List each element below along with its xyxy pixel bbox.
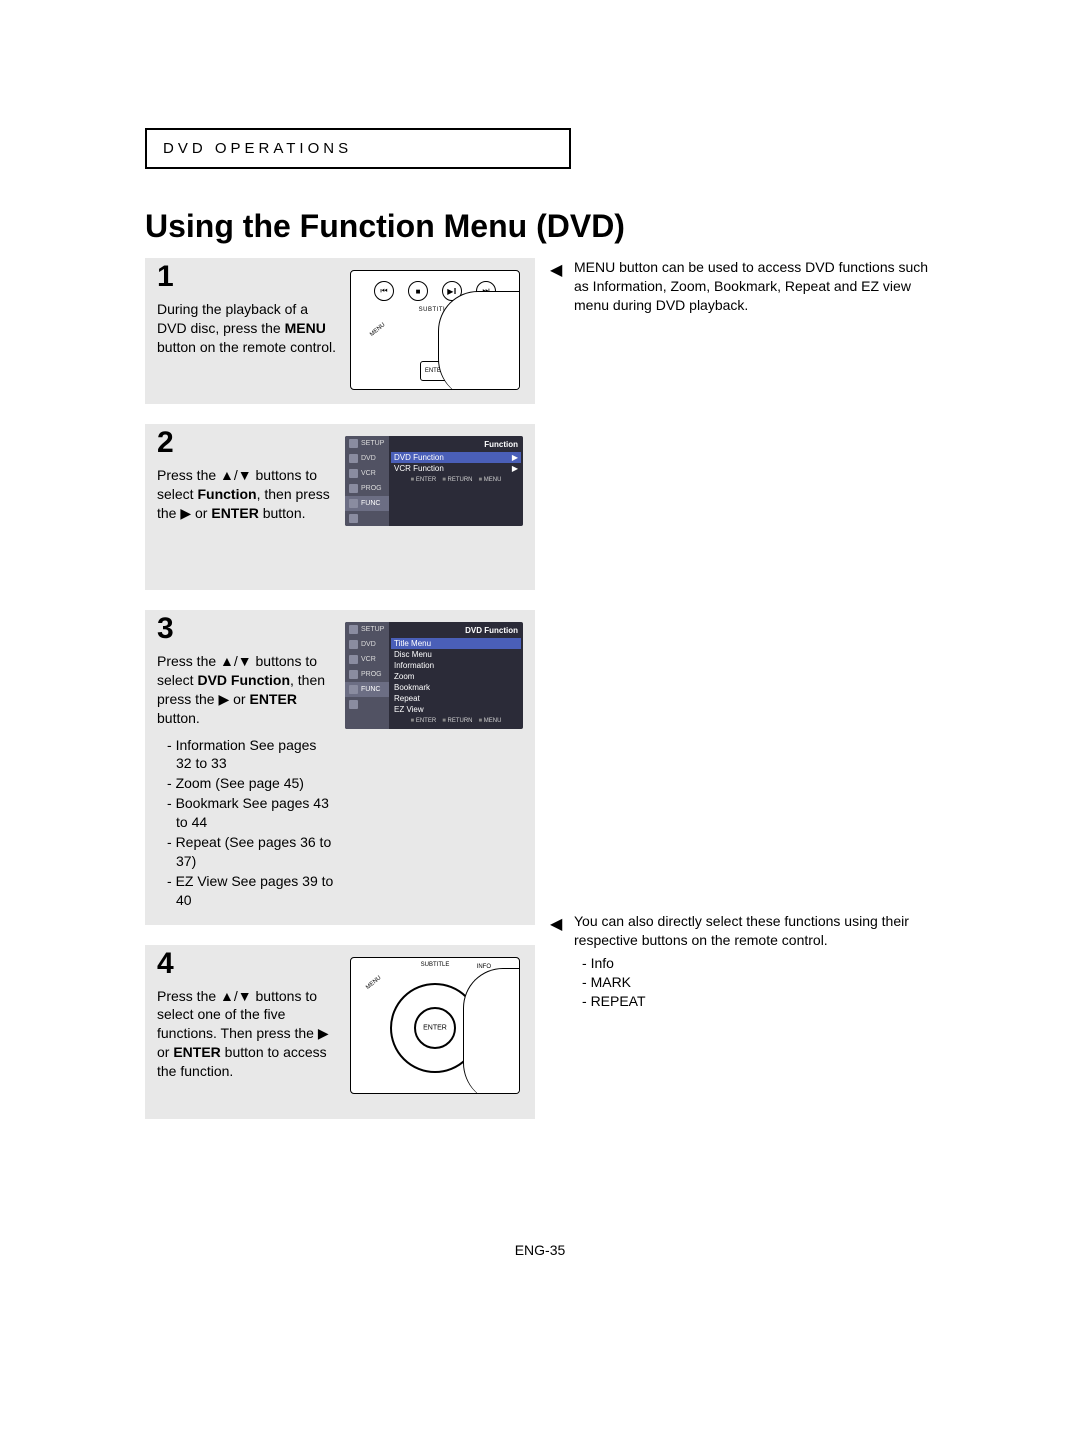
list-item: Repeat (See pages 36 to 37) <box>167 833 335 871</box>
step-4: 4 Press the ▲/▼ buttons to select one of… <box>145 945 535 1119</box>
gear-icon <box>349 439 358 448</box>
gear-icon <box>349 625 358 634</box>
prev-icon: ⏮ <box>374 281 394 301</box>
osd-row: DVD Function▶ <box>391 452 521 463</box>
osd-side-prog: PROG <box>345 667 389 682</box>
step-2-figure: SETUP DVD VCR PROG FUNC Function DVD Fun… <box>345 436 523 576</box>
step-number: 1 <box>157 260 174 294</box>
step-number: 2 <box>157 426 174 460</box>
osd-footer: ENTER RETURN MENU <box>394 474 518 483</box>
tape-icon <box>349 655 358 664</box>
func-icon <box>349 499 358 508</box>
chevron-right-icon: ▶ <box>512 464 518 473</box>
step-2-text: Press the ▲/▼ buttons to select Function… <box>157 466 335 576</box>
step-1: 1 During the playback of a DVD disc, pre… <box>145 258 535 404</box>
osd-screen-function: SETUP DVD VCR PROG FUNC Function DVD Fun… <box>345 436 523 526</box>
step-4-figure: SUBTITLE INFO MENU ENTER <box>347 957 523 1105</box>
menu-label: MENU <box>365 975 382 991</box>
enter-label: ENTER <box>423 1024 447 1031</box>
page-number: ENG-35 <box>0 1242 1080 1258</box>
side-notes: ◀ MENU button can be used to access DVD … <box>554 258 932 335</box>
osd-row: EZ View <box>394 704 518 715</box>
note-1-text: MENU button can be used to access DVD fu… <box>574 259 928 313</box>
osd-side-func: FUNC <box>345 682 389 697</box>
step-3: 3 Press the ▲/▼ buttons to select DVD Fu… <box>145 610 535 925</box>
step-2: 2 Press the ▲/▼ buttons to select Functi… <box>145 424 535 590</box>
blank-icon <box>349 700 358 709</box>
osd-side-setup: SETUP <box>345 436 389 451</box>
disc-icon <box>349 454 358 463</box>
tape-icon <box>349 469 358 478</box>
note-2-item: MARK <box>582 973 932 992</box>
stop-icon: ■ <box>408 281 428 301</box>
blank-icon <box>349 514 358 523</box>
osd-row: VCR Function▶ <box>394 463 518 474</box>
subtitle-label: SUBTITLE <box>421 962 450 968</box>
osd-side-setup: SETUP <box>345 622 389 637</box>
osd-side-func: FUNC <box>345 496 389 511</box>
note-2-item: REPEAT <box>582 992 932 1011</box>
info-label: INFO <box>477 964 491 970</box>
osd-side-blank <box>345 511 389 526</box>
osd-side-vcr: VCR <box>345 652 389 667</box>
note-1: ◀ MENU button can be used to access DVD … <box>554 258 932 315</box>
osd-row: Bookmark <box>394 682 518 693</box>
osd-row: Disc Menu <box>394 649 518 660</box>
osd-screen-dvd-function: SETUP DVD VCR PROG FUNC DVD Function Tit… <box>345 622 523 729</box>
osd-side-dvd: DVD <box>345 451 389 466</box>
step-number: 3 <box>157 612 174 646</box>
note-2: ◀ You can also directly select these fun… <box>554 912 932 1030</box>
steps-column: 1 During the playback of a DVD disc, pre… <box>145 258 535 1139</box>
step-3-text: Press the ▲/▼ buttons to select DVD Func… <box>157 652 335 911</box>
osd-title: DVD Function <box>394 625 518 638</box>
note-2-item: Info <box>582 954 932 973</box>
remote-figure: ⏮ ■ ▶‖ ⏭ SUBTITLE MENU ENTER <box>350 270 520 390</box>
manual-page: { "section_label": "DVD OPERATIONS", "ti… <box>0 0 1080 1456</box>
step-4-text: Press the ▲/▼ buttons to select one of t… <box>157 987 337 1105</box>
thumb-illustration <box>438 291 520 390</box>
menu-label: MENU <box>369 322 386 338</box>
step-1-text: During the playback of a DVD disc, press… <box>157 300 337 390</box>
clock-icon <box>349 484 358 493</box>
section-label: DVD OPERATIONS <box>145 128 571 169</box>
remote-figure-dpad: SUBTITLE INFO MENU ENTER <box>350 957 520 1094</box>
clock-icon <box>349 670 358 679</box>
page-title: Using the Function Menu (DVD) <box>145 208 625 245</box>
list-item: Information See pages 32 to 33 <box>167 736 335 774</box>
list-item: Bookmark See pages 43 to 44 <box>167 794 335 832</box>
step-1-figure: ⏮ ■ ▶‖ ⏭ SUBTITLE MENU ENTER <box>347 270 523 390</box>
chevron-right-icon: ▶ <box>512 453 518 462</box>
pointer-icon: ◀ <box>550 260 562 282</box>
osd-side-vcr: VCR <box>345 466 389 481</box>
osd-row: Repeat <box>394 693 518 704</box>
osd-footer: ENTER RETURN MENU <box>394 715 518 724</box>
osd-row: Zoom <box>394 671 518 682</box>
osd-side-prog: PROG <box>345 481 389 496</box>
osd-row: Information <box>394 660 518 671</box>
osd-row: Title Menu <box>391 638 521 649</box>
osd-title: Function <box>394 439 518 452</box>
func-icon <box>349 685 358 694</box>
list-item: EZ View See pages 39 to 40 <box>167 872 335 910</box>
thumb-illustration <box>463 968 520 1094</box>
step-3-list: Information See pages 32 to 33 Zoom (See… <box>157 736 335 910</box>
note-2-text: You can also directly select these funct… <box>574 913 909 948</box>
disc-icon <box>349 640 358 649</box>
pointer-icon: ◀ <box>550 914 562 936</box>
list-item: Zoom (See page 45) <box>167 774 335 793</box>
step-3-figure: SETUP DVD VCR PROG FUNC DVD Function Tit… <box>345 622 523 911</box>
osd-side-blank <box>345 697 389 712</box>
osd-side-dvd: DVD <box>345 637 389 652</box>
step-number: 4 <box>157 947 174 981</box>
note-2-list: Info MARK REPEAT <box>574 954 932 1011</box>
